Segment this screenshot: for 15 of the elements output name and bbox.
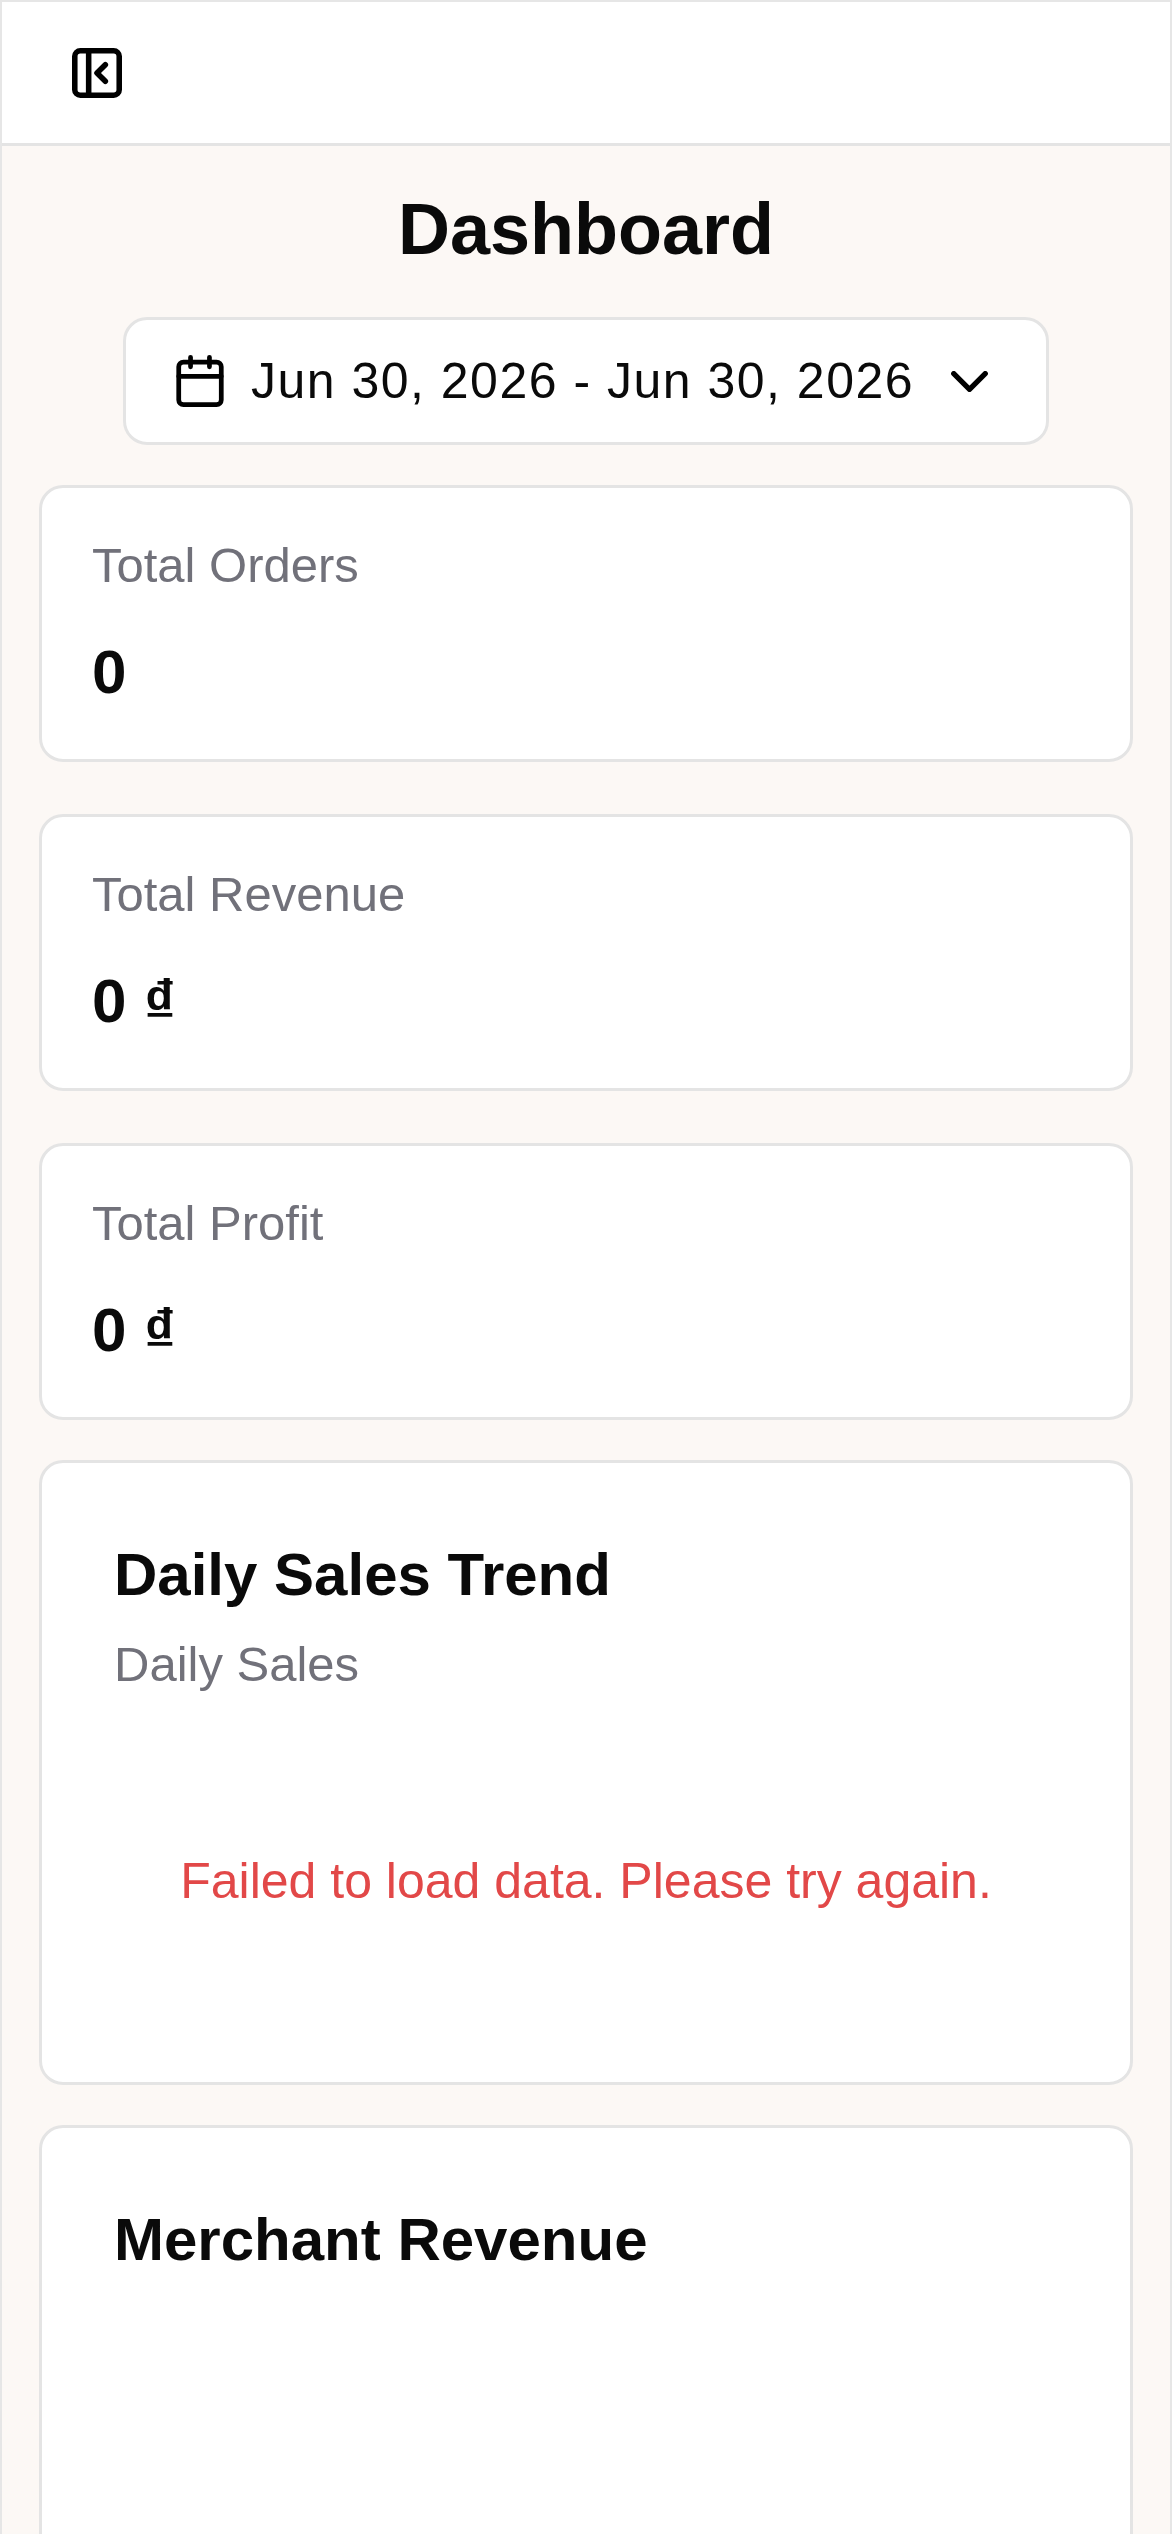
stat-label: Total Profit [92,1195,325,1252]
stat-label: Total Revenue [92,866,407,923]
calendar-icon [175,355,224,407]
chart-subtitle: Daily Sales [114,1636,361,1693]
chevron-down-icon [951,370,989,392]
chart-title: Daily Sales Trend [114,1540,612,1610]
sidebar-toggle-icon[interactable] [72,47,122,98]
page-title: Dashboard [397,188,775,271]
stat-label: Total Orders [92,537,360,594]
date-range-picker[interactable]: Jun 30, 2026 - Jun 30, 2026 [122,317,1050,445]
error-message: Failed to load data. Please try again. [180,1852,992,1911]
stat-value: 0 ₫ [92,1294,177,1366]
stat-value: 0 ₫ [92,965,177,1037]
stat-value: 0 [92,636,128,708]
chart-title: Merchant Revenue [114,2205,649,2275]
